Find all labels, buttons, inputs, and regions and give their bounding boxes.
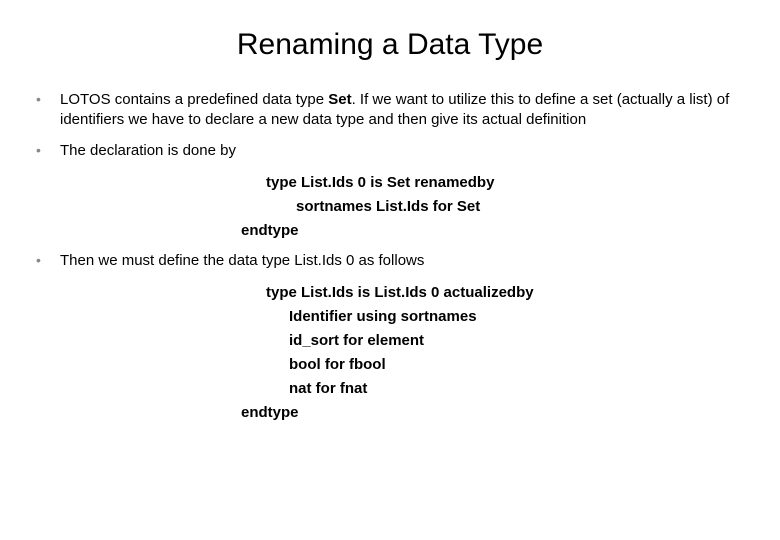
code-block-definition: type List.Ids is List.Ids 0 actualizedby… <box>36 281 744 425</box>
text-segment: The declaration is done by <box>60 142 236 159</box>
code-line: nat for fnat <box>36 377 744 401</box>
code-line: endtype <box>36 219 744 243</box>
text-bold: Set <box>328 91 351 108</box>
code-line: type List.Ids is List.Ids 0 actualizedby <box>36 281 744 305</box>
bullet-item: • LOTOS contains a predefined data type … <box>36 90 744 131</box>
bullet-text: LOTOS contains a predefined data type Se… <box>60 90 744 131</box>
page-title: Renaming a Data Type <box>36 28 744 62</box>
code-line: bool for fbool <box>36 353 744 377</box>
text-segment: LOTOS contains a predefined data type <box>60 91 328 108</box>
bullet-text: Then we must define the data type List.I… <box>60 251 744 271</box>
code-line: id_sort for element <box>36 329 744 353</box>
bullet-item: • Then we must define the data type List… <box>36 251 744 271</box>
bullet-item: • The declaration is done by <box>36 141 744 161</box>
code-line: type List.Ids 0 is Set renamedby <box>36 171 744 195</box>
code-line: endtype <box>36 401 744 425</box>
bullet-marker: • <box>36 251 60 270</box>
code-block-declaration: type List.Ids 0 is Set renamedby sortnam… <box>36 171 744 243</box>
bullet-text: The declaration is done by <box>60 141 744 161</box>
bullet-marker: • <box>36 90 60 109</box>
bullet-marker: • <box>36 141 60 160</box>
code-line: sortnames List.Ids for Set <box>36 195 744 219</box>
code-line: Identifier using sortnames <box>36 305 744 329</box>
text-segment: Then we must define the data type List.I… <box>60 252 424 269</box>
